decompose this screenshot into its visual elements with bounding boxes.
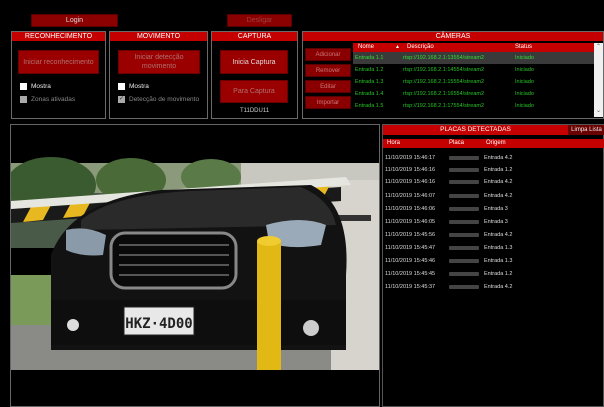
start-capture-button[interactable]: Inicia Captura bbox=[220, 50, 288, 74]
zonas-label: Zonas ativadas bbox=[31, 96, 76, 103]
table-row[interactable]: 11/10/2019 15:45:56 Entrada 4.2 bbox=[383, 229, 604, 241]
login-button[interactable]: Login bbox=[31, 14, 118, 27]
start-motion-detection-button[interactable]: Iniciar detecção movimento bbox=[118, 50, 200, 74]
table-row[interactable]: 11/10/2019 15:46:16 Entrada 4.2 bbox=[383, 176, 604, 188]
scroll-up-icon[interactable]: ⌃ bbox=[594, 43, 603, 52]
checkmark-icon[interactable]: ✓ bbox=[118, 96, 125, 103]
reconhecimento-panel: RECONHECIMENTO Iniciar reconhecimento Mo… bbox=[11, 31, 106, 119]
mostra-checkbox-recon[interactable]: Mostra bbox=[20, 83, 51, 90]
table-row[interactable]: 11/10/2019 15:45:46 Entrada 1.3 bbox=[383, 255, 604, 267]
movimento-title: MOVIMENTO bbox=[110, 32, 207, 41]
camera-feed-image: HKZ·4D00 bbox=[11, 157, 379, 406]
redacted-plate bbox=[449, 179, 479, 184]
col-descricao[interactable]: Descrição bbox=[407, 43, 434, 52]
table-row[interactable]: 11/10/2019 15:45:47 Entrada 1.3 bbox=[383, 242, 604, 254]
col-hora[interactable]: Hora bbox=[387, 139, 400, 148]
cameras-rows: Entrada 1.1 rtsp://192.168.2.1:13554/stre… bbox=[353, 52, 594, 112]
table-row[interactable]: Entrada 1.5 rtsp://192.168.2.1:17554/stre… bbox=[353, 100, 594, 112]
checkbox-icon[interactable] bbox=[20, 96, 27, 103]
clear-list-button[interactable]: Limpa Lista bbox=[568, 125, 604, 135]
import-camera-button[interactable]: Importar bbox=[305, 96, 351, 109]
col-nome[interactable]: Nome bbox=[358, 43, 374, 52]
edit-camera-button[interactable]: Editar bbox=[305, 80, 351, 93]
checkbox-icon[interactable] bbox=[118, 83, 125, 90]
table-row[interactable]: 11/10/2019 15:45:37 Entrada 4.2 bbox=[383, 281, 604, 293]
placas-title: PLACAS DETECTADAS bbox=[383, 125, 568, 135]
redacted-plate bbox=[449, 245, 479, 250]
sort-up-icon: ▲ bbox=[395, 44, 400, 50]
remove-camera-button[interactable]: Remover bbox=[305, 64, 351, 77]
scroll-down-icon[interactable]: ⌄ bbox=[594, 108, 603, 117]
table-row[interactable]: 11/10/2019 15:46:06 Entrada 3 bbox=[383, 203, 604, 215]
cameras-table-header: Nome ▲ Descrição Status bbox=[353, 43, 594, 52]
table-row[interactable]: 11/10/2019 15:46:07 Entrada 4.2 bbox=[383, 190, 604, 202]
captura-panel: CAPTURA Inicia Captura Para Captura T11D… bbox=[211, 31, 298, 119]
deteccao-checkbox[interactable]: ✓ Detecção de movimento bbox=[118, 96, 199, 103]
placas-rows: 11/10/2019 15:46:17 Entrada 4.2 11/10/201… bbox=[383, 152, 604, 302]
reconhecimento-title: RECONHECIMENTO bbox=[12, 32, 105, 41]
redacted-plate bbox=[449, 284, 479, 289]
table-row[interactable]: Entrada 1.1 rtsp://192.168.2.1:13554/stre… bbox=[353, 52, 594, 64]
checkbox-icon[interactable] bbox=[20, 83, 27, 90]
redacted-plate bbox=[449, 219, 479, 224]
mostra-checkbox-mov[interactable]: Mostra bbox=[118, 83, 149, 90]
col-status[interactable]: Status bbox=[515, 43, 532, 52]
table-row[interactable]: 11/10/2019 15:45:45 Entrada 1.2 bbox=[383, 268, 604, 280]
redacted-plate bbox=[449, 271, 479, 276]
cameras-scrollbar[interactable]: ⌃ ⌄ bbox=[594, 43, 603, 117]
zonas-checkbox[interactable]: Zonas ativadas bbox=[20, 96, 75, 103]
table-row[interactable]: 11/10/2019 15:46:05 Entrada 3 bbox=[383, 216, 604, 228]
redacted-plate bbox=[449, 167, 479, 172]
table-row[interactable]: 11/10/2019 15:46:16 Entrada 1.2 bbox=[383, 164, 604, 176]
table-row[interactable]: 11/10/2019 15:46:17 Entrada 4.2 bbox=[383, 152, 604, 164]
table-row[interactable]: Entrada 1.3 rtsp://192.168.2.1:15554/stre… bbox=[353, 76, 594, 88]
movimento-panel: MOVIMENTO Iniciar detecção movimento Mos… bbox=[109, 31, 208, 119]
table-row[interactable]: Entrada 1.2 rtsp://192.168.2.1:14554/stre… bbox=[353, 64, 594, 76]
cameras-title: CÂMERAS bbox=[303, 32, 603, 41]
captura-title: CAPTURA bbox=[212, 32, 297, 41]
capture-id: T11DDU11 bbox=[239, 108, 270, 114]
license-plate: HKZ·4D00 bbox=[125, 316, 192, 332]
add-camera-button[interactable]: Adicionar bbox=[305, 48, 351, 61]
stop-capture-button[interactable]: Para Captura bbox=[220, 80, 288, 103]
mostra-label: Mostra bbox=[129, 83, 149, 90]
col-origem[interactable]: Origem bbox=[486, 139, 506, 148]
redacted-plate bbox=[449, 155, 479, 160]
redacted-plate bbox=[449, 258, 479, 263]
redacted-plate bbox=[449, 193, 479, 198]
redacted-plate bbox=[449, 206, 479, 211]
cameras-table: Nome ▲ Descrição Status Entrada 1.1 rtsp:… bbox=[353, 43, 594, 117]
placas-panel: PLACAS DETECTADAS Limpa Lista Hora Placa… bbox=[382, 124, 604, 407]
table-row[interactable]: Entrada 1.4 rtsp://192.168.2.1:16554/stre… bbox=[353, 88, 594, 100]
placas-table-header: Hora Placa Origem bbox=[383, 139, 604, 148]
deteccao-label: Detecção de movimento bbox=[129, 96, 200, 103]
cameras-panel: CÂMERAS Adicionar Remover Editar Importa… bbox=[302, 31, 604, 119]
start-recognition-button[interactable]: Iniciar reconhecimento bbox=[18, 50, 99, 74]
redacted-plate bbox=[449, 232, 479, 237]
video-panel[interactable]: HKZ·4D00 bbox=[10, 124, 380, 407]
col-placa[interactable]: Placa bbox=[449, 139, 464, 148]
mostra-label: Mostra bbox=[31, 83, 51, 90]
disconnect-button[interactable]: Desligar bbox=[227, 14, 292, 27]
